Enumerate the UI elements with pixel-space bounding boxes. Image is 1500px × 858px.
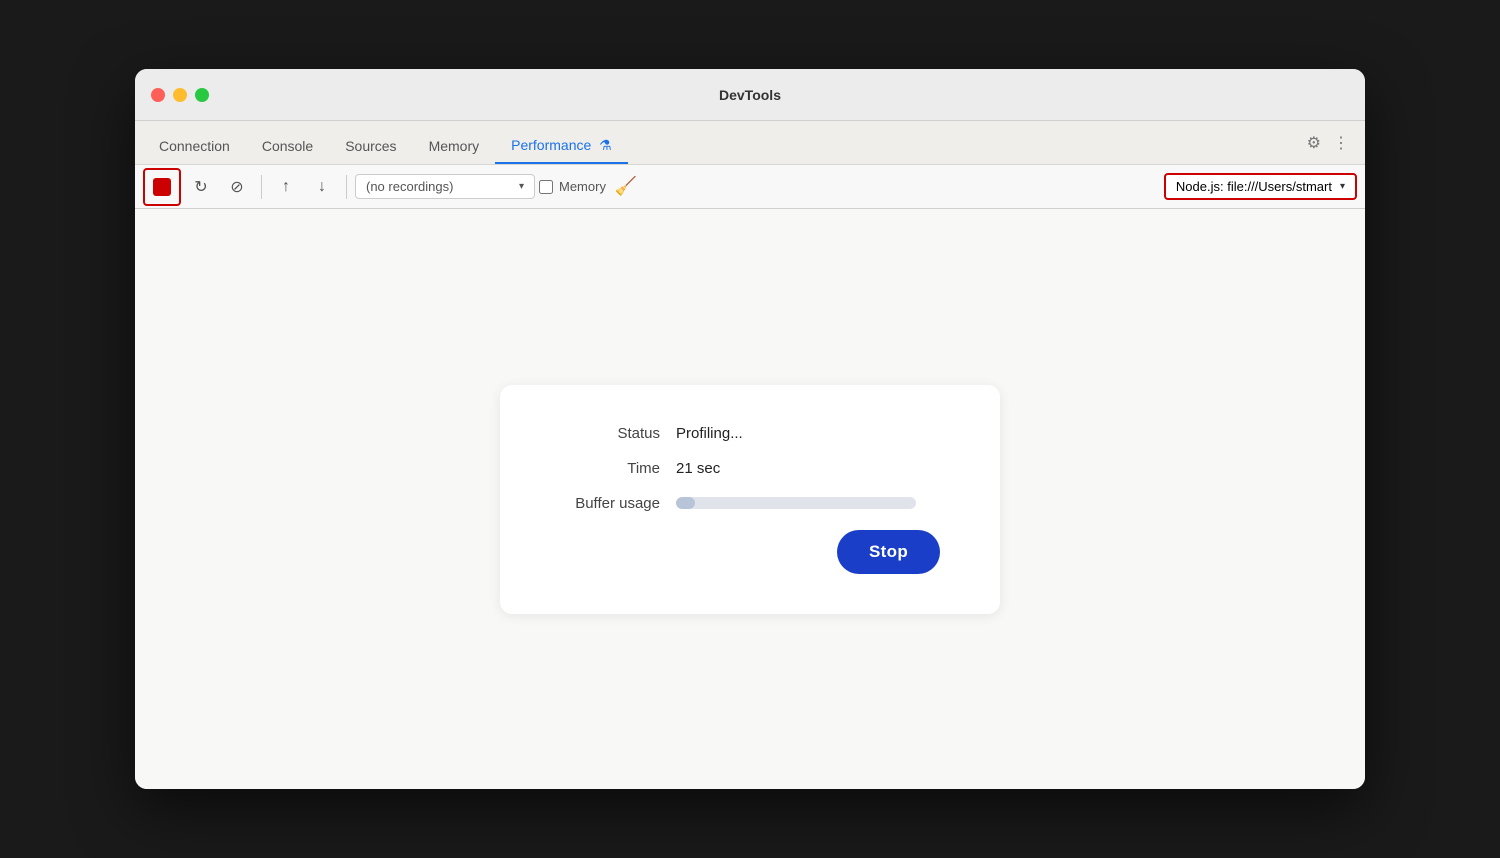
upload-icon: ↑	[282, 178, 290, 196]
status-label: Status	[560, 425, 660, 442]
reload-icon: ↻	[194, 177, 207, 197]
record-icon	[153, 178, 171, 196]
memory-checkbox-label[interactable]: Memory	[539, 179, 606, 194]
minimize-button[interactable]	[173, 88, 187, 102]
maximize-button[interactable]	[195, 88, 209, 102]
settings-icon[interactable]: ⚙	[1307, 133, 1321, 153]
flask-icon: ⚗	[599, 137, 612, 154]
time-value: 21 sec	[676, 460, 720, 477]
memory-checkbox[interactable]	[539, 180, 553, 194]
tab-bar: Connection Console Sources Memory Perfor…	[135, 121, 1365, 165]
buffer-row: Buffer usage	[560, 495, 940, 512]
time-row: Time 21 sec	[560, 460, 940, 477]
status-row: Status Profiling...	[560, 425, 940, 442]
title-bar: DevTools	[135, 69, 1365, 121]
stop-button[interactable]: Stop	[837, 530, 940, 574]
more-icon[interactable]: ⋮	[1333, 133, 1349, 153]
node-chevron-icon: ▾	[1340, 181, 1345, 192]
tab-connection[interactable]: Connection	[143, 130, 246, 164]
chevron-down-icon: ▾	[519, 181, 524, 192]
time-label: Time	[560, 460, 660, 477]
tab-sources[interactable]: Sources	[329, 130, 412, 164]
tab-memory[interactable]: Memory	[413, 130, 496, 164]
download-icon: ↓	[318, 178, 326, 196]
recordings-dropdown[interactable]: (no recordings) ▾	[355, 174, 535, 199]
upload-button[interactable]: ↑	[270, 171, 302, 203]
node-selector-label: Node.js: file:///Users/stmart	[1176, 179, 1332, 194]
status-value: Profiling...	[676, 425, 743, 442]
tab-performance[interactable]: Performance ⚗	[495, 129, 628, 164]
stop-button-row: Stop	[560, 530, 940, 574]
buffer-bar	[676, 497, 916, 509]
recordings-label: (no recordings)	[366, 179, 453, 194]
record-button-wrapper	[143, 168, 181, 206]
buffer-label: Buffer usage	[560, 495, 660, 512]
toolbar: ↻ ⊘ ↑ ↓ (no recordings) ▾ Memory 🧹 Node.…	[135, 165, 1365, 209]
main-content: Status Profiling... Time 21 sec Buffer u…	[135, 209, 1365, 789]
broom-button[interactable]: 🧹	[610, 171, 642, 203]
profiling-card: Status Profiling... Time 21 sec Buffer u…	[500, 385, 1000, 614]
buffer-bar-fill	[676, 497, 695, 509]
window-title: DevTools	[719, 87, 781, 103]
clear-button[interactable]: ⊘	[221, 171, 253, 203]
memory-label: Memory	[559, 179, 606, 194]
tab-bar-actions: ⚙ ⋮	[1307, 133, 1349, 153]
tab-console[interactable]: Console	[246, 130, 329, 164]
reload-button[interactable]: ↻	[185, 171, 217, 203]
clear-icon: ⊘	[230, 177, 243, 197]
record-button[interactable]	[146, 171, 178, 203]
download-button[interactable]: ↓	[306, 171, 338, 203]
divider-1	[261, 175, 262, 199]
node-selector-dropdown[interactable]: Node.js: file:///Users/stmart ▾	[1164, 173, 1357, 200]
close-button[interactable]	[151, 88, 165, 102]
window-controls	[151, 88, 209, 102]
divider-2	[346, 175, 347, 199]
devtools-window: DevTools Connection Console Sources Memo…	[135, 69, 1365, 789]
